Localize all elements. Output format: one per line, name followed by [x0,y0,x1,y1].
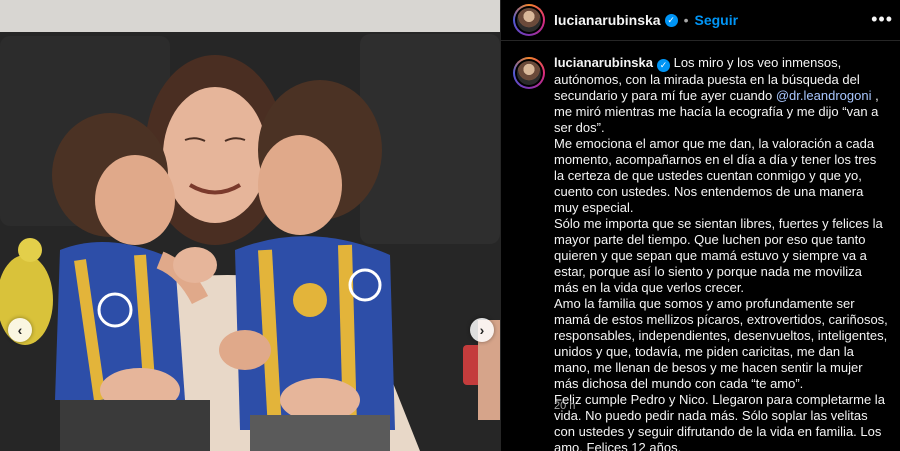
instagram-post: ‹ › lucianarubinska ✓ • Seguir ••• lucia… [0,0,900,451]
chevron-right-icon: › [479,322,485,338]
post-caption: lucianarubinska ✓ Los miro y los veo inme… [554,55,888,451]
chevron-left-icon: ‹ [17,322,23,338]
caption-mention-link[interactable]: @dr.leandrogoni [776,88,872,103]
post-timestamp[interactable]: 20 h [554,400,575,412]
verified-badge-icon: ✓ [664,13,678,27]
avatar[interactable] [513,4,545,36]
caption-text-2: , me miró mientras me hacía la ecografía… [554,87,888,451]
previous-photo-button[interactable]: ‹ [8,318,32,342]
header-username[interactable]: lucianarubinska [554,12,661,28]
photo-illustration [0,0,500,451]
post-side-panel: lucianarubinska ✓ • Seguir ••• lucianaru… [500,0,900,451]
caption-username[interactable]: lucianarubinska [554,55,653,70]
post-header: lucianarubinska ✓ • Seguir ••• [501,0,900,41]
caption-avatar[interactable] [513,57,545,89]
next-photo-button[interactable]: › [470,318,494,342]
separator-dot: • [683,12,689,28]
more-options-icon[interactable]: ••• [871,9,893,30]
verified-badge-icon: ✓ [656,58,670,72]
follow-button[interactable]: Seguir [695,12,739,28]
post-photo[interactable]: ‹ › [0,0,500,451]
caption-row: lucianarubinska ✓ Los miro y los veo inme… [513,55,891,451]
